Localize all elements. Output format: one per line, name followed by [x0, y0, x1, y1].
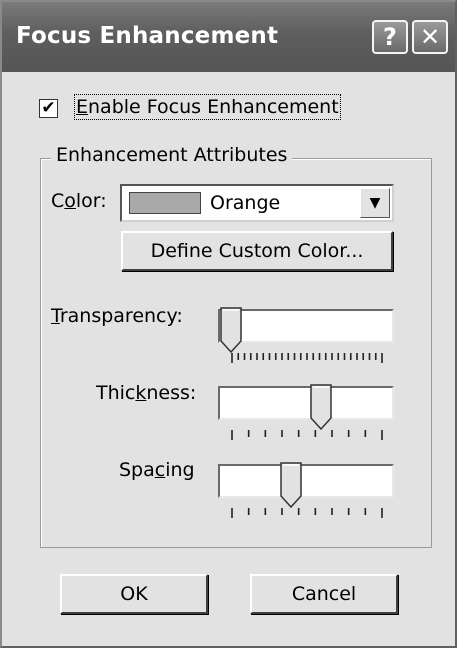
- transparency-label: Transparency:: [51, 305, 183, 327]
- transparency-slider-thumb[interactable]: [220, 307, 242, 353]
- chevron-down-icon[interactable]: ▼: [360, 188, 390, 218]
- ok-button[interactable]: OK: [60, 574, 208, 614]
- help-icon[interactable]: ?: [372, 20, 408, 54]
- dialog-body: ✔ Enable Focus Enhancement Enhancement A…: [2, 72, 455, 646]
- color-label: Color:: [51, 190, 107, 212]
- window-title: Focus Enhancement: [16, 23, 279, 49]
- define-custom-color-button[interactable]: Define Custom Color...: [121, 231, 393, 271]
- focus-enhancement-dialog: Focus Enhancement ? ✕ ✔ Enable Focus Enh…: [0, 0, 457, 648]
- color-value: Orange: [210, 192, 281, 214]
- close-icon[interactable]: ✕: [412, 20, 448, 54]
- enable-focus-label[interactable]: Enable Focus Enhancement: [74, 94, 341, 120]
- spacing-label: Spacing: [119, 459, 195, 481]
- thickness-label: Thickness:: [96, 382, 197, 404]
- thickness-slider-thumb[interactable]: [310, 384, 332, 430]
- color-dropdown[interactable]: Orange ▼: [120, 184, 394, 222]
- enable-focus-checkbox[interactable]: ✔: [39, 99, 58, 118]
- enable-focus-label-text: nable Focus Enhancement: [88, 96, 339, 118]
- cancel-button[interactable]: Cancel: [250, 574, 398, 614]
- transparency-slider-track[interactable]: [218, 309, 394, 343]
- group-legend: Enhancement Attributes: [51, 144, 293, 166]
- transparency-ticks: [231, 353, 383, 363]
- title-bar[interactable]: Focus Enhancement ? ✕: [2, 2, 455, 72]
- spacing-slider-track[interactable]: [218, 464, 394, 498]
- thickness-ticks: [231, 430, 383, 440]
- color-swatch: [129, 192, 201, 214]
- spacing-slider-thumb[interactable]: [280, 462, 302, 508]
- thickness-slider-track[interactable]: [218, 386, 394, 420]
- spacing-ticks: [231, 508, 383, 518]
